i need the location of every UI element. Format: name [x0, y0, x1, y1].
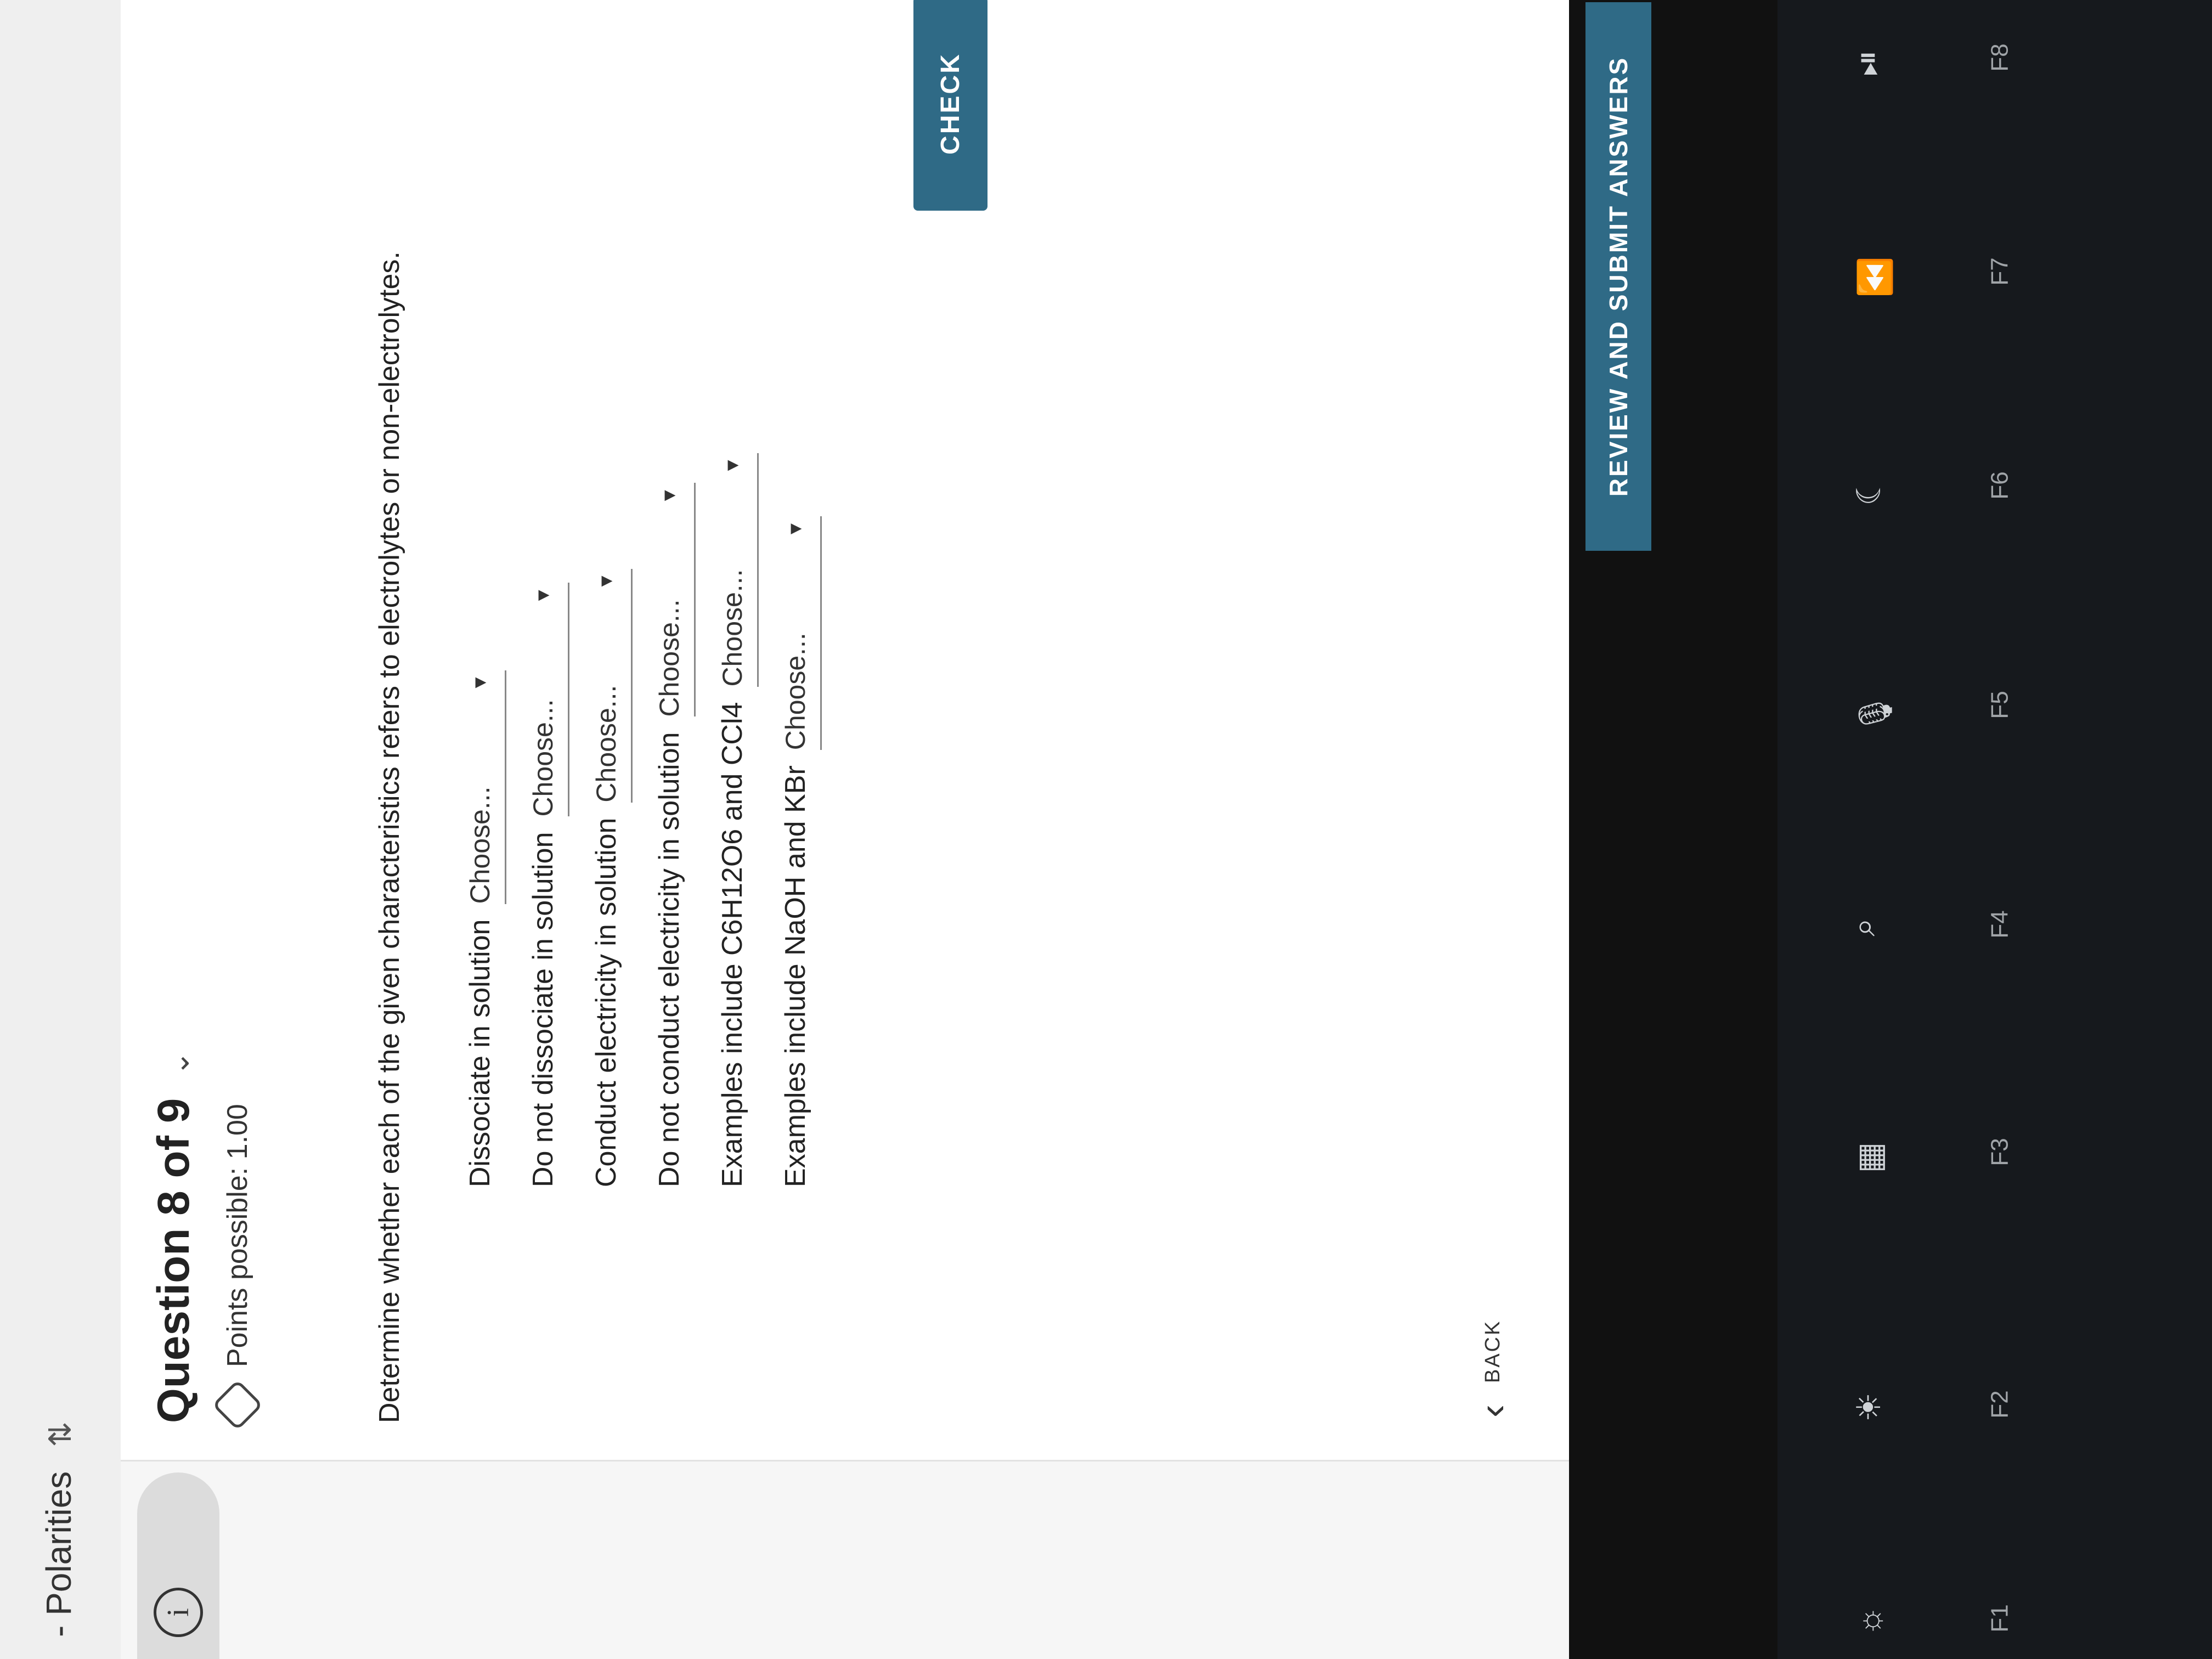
- key-label: F5: [1986, 691, 2013, 719]
- points-possible: Points possible: 1.00: [212, 1104, 263, 1431]
- list-item: Dissociate in solution Choose... ▼: [464, 453, 527, 1187]
- key-label: F1: [1986, 1604, 2013, 1633]
- list-item: Conduct electricity in solution Choose..…: [590, 453, 653, 1187]
- dropdown-arrow-icon: ▼: [532, 586, 554, 605]
- review-submit-button[interactable]: REVIEW AND SUBMIT ANSWERS: [1585, 2, 1651, 551]
- row-label: Conduct electricity in solution: [590, 817, 622, 1187]
- chevron-left-icon: ‹: [1471, 1403, 1515, 1418]
- back-button[interactable]: ‹ BACK: [1470, 1320, 1515, 1418]
- top-bar: - Polarities ⇅: [0, 0, 121, 1659]
- dropdown-arrow-icon: ▼: [658, 486, 680, 505]
- dropdown-placeholder: Choose...: [591, 685, 622, 803]
- page-title-text: - Polarities: [39, 1471, 78, 1637]
- play-pause-icon[interactable]: ⏯: [1848, 50, 1887, 76]
- question-title-text: Question 8 of 9: [149, 1098, 199, 1423]
- key-label: F6: [1986, 471, 2013, 500]
- row-label: Dissociate in solution: [464, 919, 496, 1187]
- dropdown-arrow-icon: ▼: [785, 520, 806, 538]
- list-item: Examples include C6H12O6 and CCl4 Choose…: [716, 453, 779, 1187]
- question-prompt: Determine whether each of the given char…: [374, 251, 405, 1423]
- key-label: F7: [1986, 257, 2013, 286]
- matching-rows: Dissociate in solution Choose... ▼ Do no…: [464, 453, 842, 1187]
- search-icon[interactable]: ⌕: [1844, 918, 1883, 936]
- key-label: F2: [1986, 1390, 2013, 1419]
- brightness-low-icon[interactable]: ☼: [1850, 1606, 1888, 1636]
- brightness-high-icon[interactable]: ☀: [1850, 1392, 1888, 1422]
- dropdown-placeholder: Choose...: [465, 786, 495, 904]
- choose-dropdown[interactable]: Choose... ▼: [716, 453, 759, 687]
- choose-dropdown[interactable]: Choose... ▼: [527, 583, 569, 817]
- moon-icon[interactable]: ☾: [1850, 476, 1888, 506]
- info-tab[interactable]: i: [137, 1472, 219, 1659]
- row-label: Examples include NaOH and KBr: [780, 765, 811, 1187]
- choose-dropdown[interactable]: Choose... ▼: [780, 516, 822, 751]
- swap-arrows-icon[interactable]: ⇅: [43, 1421, 77, 1447]
- row-label: Do not dissociate in solution: [527, 832, 559, 1188]
- dropdown-placeholder: Choose...: [717, 569, 748, 687]
- question-title[interactable]: Question 8 of 9 ⌄: [148, 1051, 200, 1423]
- dropdown-arrow-icon: ▼: [469, 673, 490, 692]
- chevron-down-icon[interactable]: ⌄: [162, 1051, 195, 1076]
- choose-dropdown[interactable]: Choose... ▼: [653, 483, 696, 717]
- key-label: F8: [1986, 43, 2013, 72]
- mission-control-icon[interactable]: ▦: [1850, 1142, 1889, 1173]
- microphone-icon[interactable]: 🎙: [1856, 692, 1895, 734]
- key-label: F3: [1986, 1138, 2013, 1166]
- badge-icon: [212, 1379, 263, 1431]
- info-icon[interactable]: i: [154, 1588, 203, 1637]
- dropdown-arrow-icon: ▼: [721, 456, 743, 475]
- dropdown-placeholder: Choose...: [780, 633, 811, 751]
- row-label: Do not conduct electricity in solution: [653, 732, 685, 1187]
- list-item: Examples include NaOH and KBr Choose... …: [779, 453, 842, 1187]
- check-button[interactable]: CHECK: [913, 0, 988, 211]
- key-label: F4: [1986, 910, 2013, 939]
- list-item: Do not conduct electricity in solution C…: [653, 453, 716, 1187]
- rewind-icon[interactable]: ⏪: [1855, 257, 1894, 298]
- points-label: Points possible: 1.00: [222, 1104, 253, 1367]
- choose-dropdown[interactable]: Choose... ▼: [464, 670, 506, 904]
- page-title: - Polarities ⇅: [38, 1421, 79, 1637]
- dropdown-arrow-icon: ▼: [595, 572, 617, 591]
- dropdown-placeholder: Choose...: [654, 599, 685, 717]
- dropdown-placeholder: Choose...: [528, 699, 558, 817]
- list-item: Do not dissociate in solution Choose... …: [527, 453, 590, 1187]
- back-label: BACK: [1481, 1319, 1504, 1384]
- row-label: Examples include C6H12O6 and CCl4: [716, 702, 748, 1187]
- keyboard: ☼ F1 ☀ F2 ▦ F3 ⌕ F4 🎙 F5 ☾ F6 ⏪ F7 ⏯ F8: [1778, 0, 2212, 1659]
- choose-dropdown[interactable]: Choose... ▼: [590, 568, 633, 803]
